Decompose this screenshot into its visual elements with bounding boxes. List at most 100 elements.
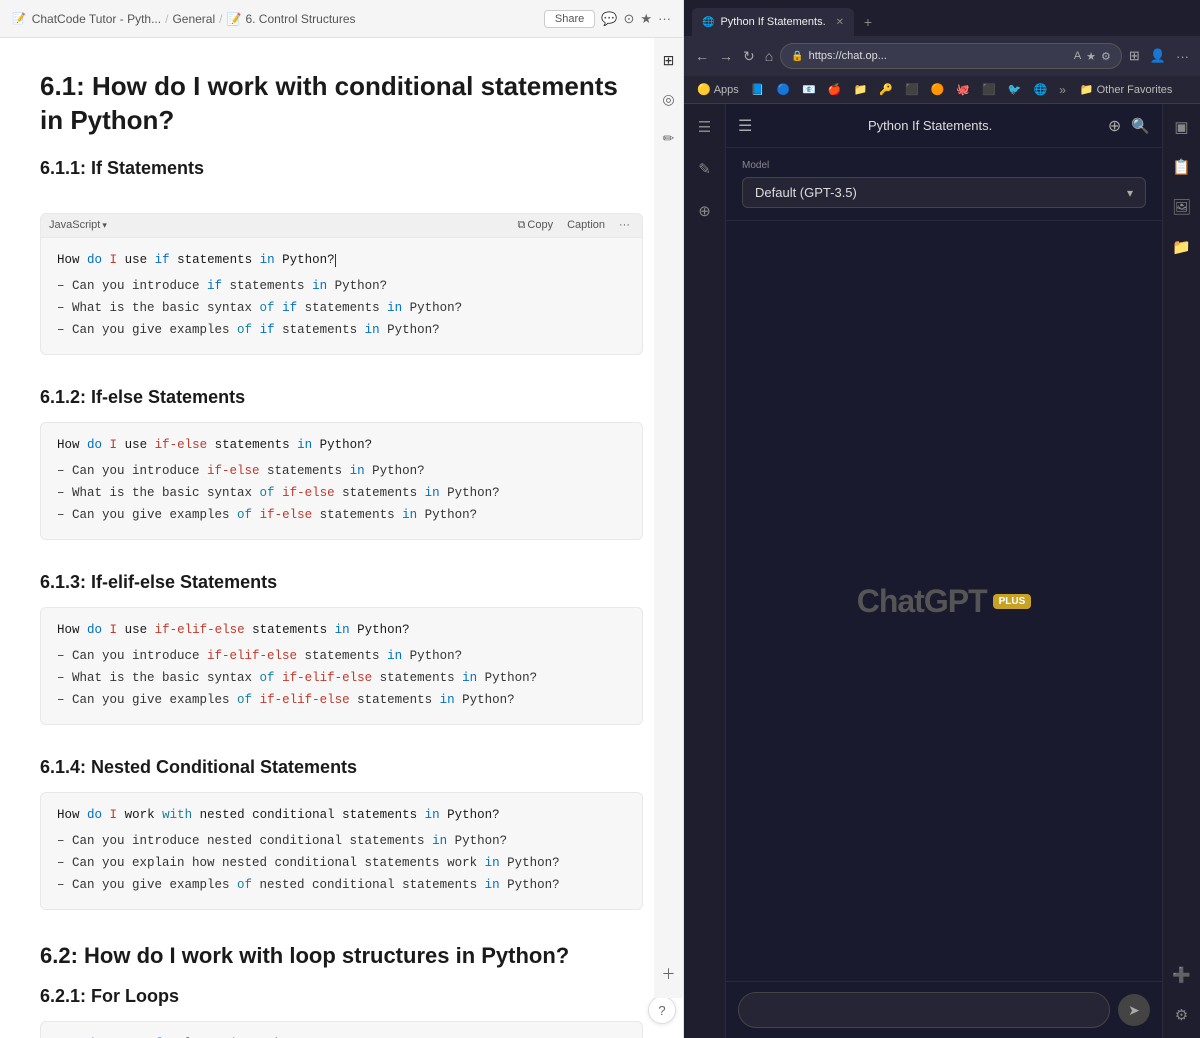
chatgpt-model-area: Model Default (GPT-3.5) ▾ bbox=[726, 148, 1162, 221]
help-button[interactable]: ? bbox=[648, 996, 676, 1024]
chatgpt-right-icon-add[interactable]: ➕ bbox=[1168, 962, 1195, 988]
bookmark-apps-icon: 🟡 bbox=[697, 83, 711, 96]
breadcrumb: ChatCode Tutor - Pyth... / General / 📝 6… bbox=[32, 12, 356, 26]
tab-close-icon[interactable]: ✕ bbox=[836, 17, 844, 28]
bookmark-11[interactable]: 🐦 bbox=[1003, 81, 1027, 98]
breadcrumb-item-1[interactable]: ChatCode Tutor - Pyth... bbox=[32, 12, 161, 26]
bookmark-4[interactable]: 🍎 bbox=[823, 81, 847, 98]
code-content-6-2-1[interactable]: How do I use for loops in Python? – Can … bbox=[41, 1022, 642, 1038]
url-ext-icon[interactable]: ⚙ bbox=[1101, 50, 1111, 63]
bookmark-1[interactable]: 📘 bbox=[746, 81, 770, 98]
bookmark-3[interactable]: 📧 bbox=[797, 81, 821, 98]
toolbar-circle-icon[interactable]: ⊙ bbox=[623, 11, 634, 27]
chatgpt-sidebar-icon-2[interactable]: ✎ bbox=[694, 156, 715, 182]
share-button[interactable]: Share bbox=[544, 10, 595, 28]
folder-icon: 📁 bbox=[1080, 83, 1094, 96]
url-star-icon[interactable]: ★ bbox=[1086, 50, 1096, 63]
add-block-icon[interactable]: + bbox=[40, 193, 48, 208]
toolbar-more-icon[interactable]: ··· bbox=[658, 11, 671, 26]
caption-button-6-1-1[interactable]: Caption bbox=[563, 218, 609, 232]
toolbar-star-icon[interactable]: ★ bbox=[640, 11, 652, 27]
tab-favicon: 🌐 bbox=[702, 17, 714, 28]
back-button[interactable]: ← bbox=[692, 45, 712, 67]
lang-selector-6-1-1[interactable]: JavaScript ▾ bbox=[49, 219, 107, 231]
profile-icon[interactable]: 👤 bbox=[1147, 45, 1169, 67]
bookmark-other-favorites[interactable]: 📁 Other Favorites bbox=[1075, 81, 1178, 98]
chatgpt-new-chat-icon[interactable]: ⊕ bbox=[1108, 116, 1121, 136]
bookmark-10[interactable]: ⬛ bbox=[977, 81, 1001, 98]
section-6-2-1: 6.2.1: For Loops How do I use for loops … bbox=[40, 986, 643, 1038]
bm3-icon: 📧 bbox=[802, 83, 816, 96]
refresh-button[interactable]: ↻ bbox=[740, 45, 758, 68]
chatgpt-left-sidebar: ☰ ✎ ⊕ bbox=[684, 104, 726, 1038]
chatgpt-content: ☰ Python If Statements. ⊕ 🔍 Model Defaul… bbox=[726, 104, 1162, 1038]
sidebar-icon-add[interactable]: ＋ bbox=[658, 960, 680, 988]
section-6-1-1: 6.1.1: If Statements + ⠿ JavaScript ▾ ⧉ … bbox=[40, 158, 643, 355]
bookmark-7[interactable]: ⬛ bbox=[900, 81, 924, 98]
model-label: Model bbox=[742, 160, 1146, 171]
bm6-icon: 🔑 bbox=[879, 83, 893, 96]
code-block-6-1-2: How do I use if-else statements in Pytho… bbox=[40, 422, 643, 540]
bookmark-8[interactable]: 🟠 bbox=[926, 81, 950, 98]
breadcrumb-item-2[interactable]: General bbox=[172, 12, 215, 26]
chatgpt-sidebar-icon-3[interactable]: ⊕ bbox=[694, 198, 715, 224]
bookmark-apps[interactable]: 🟡 Apps bbox=[692, 81, 744, 98]
more-button-6-1-1[interactable]: ··· bbox=[615, 218, 634, 232]
code-content-6-1-4[interactable]: How do I work with nested conditional st… bbox=[41, 793, 642, 909]
copy-button-6-1-1[interactable]: ⧉ Copy bbox=[514, 218, 558, 233]
drag-handle-icon[interactable]: ⠿ bbox=[54, 193, 64, 209]
code-main-line-6-1-4: How do I work with nested conditional st… bbox=[57, 805, 626, 825]
chatgpt-right-icon-3[interactable]: 🖼 bbox=[1168, 194, 1195, 220]
extensions-icon[interactable]: ⊞ bbox=[1126, 45, 1143, 67]
send-button[interactable]: ➤ bbox=[1118, 994, 1150, 1026]
plus-badge: PLUS bbox=[993, 594, 1032, 609]
bookmarks-more-icon[interactable]: » bbox=[1054, 81, 1071, 99]
code-block-6-1-1: JavaScript ▾ ⧉ Copy Caption ··· How do I… bbox=[40, 213, 643, 355]
new-tab-button[interactable]: + bbox=[856, 10, 880, 34]
bm7-icon: ⬛ bbox=[905, 83, 919, 96]
breadcrumb-item-3[interactable]: 6. Control Structures bbox=[245, 12, 355, 26]
code-content-6-1-2[interactable]: How do I use if-else statements in Pytho… bbox=[41, 423, 642, 539]
home-button[interactable]: ⌂ bbox=[762, 45, 776, 67]
forward-button[interactable]: → bbox=[716, 45, 736, 67]
chatgpt-right-icon-4[interactable]: 📁 bbox=[1168, 234, 1195, 260]
tab-label: Python If Statements. bbox=[720, 16, 825, 28]
code-content-6-1-1[interactable]: How do I use if statements in Python? – … bbox=[41, 238, 642, 354]
chatgpt-right-icon-1[interactable]: ▣ bbox=[1170, 114, 1192, 140]
sidebar-icon-pen[interactable]: ✏ bbox=[659, 126, 679, 151]
browser-tab-active[interactable]: 🌐 Python If Statements. ✕ bbox=[692, 8, 854, 36]
bookmark-12[interactable]: 🌐 bbox=[1029, 81, 1053, 98]
bm10-icon: ⬛ bbox=[982, 83, 996, 96]
model-selector[interactable]: Default (GPT-3.5) ▾ bbox=[742, 177, 1146, 208]
sidebar-icon-circle[interactable]: ◎ bbox=[658, 87, 678, 112]
document-content: 6.1: How do I work with conditional stat… bbox=[0, 38, 683, 1038]
url-reading-icon[interactable]: A bbox=[1074, 50, 1081, 62]
chatgpt-hamburger-icon[interactable]: ☰ bbox=[738, 116, 752, 136]
chat-input[interactable] bbox=[738, 992, 1110, 1028]
bm2-icon: 🔵 bbox=[776, 83, 790, 96]
code-block-6-1-3: How do I use if-elif-else statements in … bbox=[40, 607, 643, 725]
bookmark-2[interactable]: 🔵 bbox=[771, 81, 795, 98]
url-bar[interactable]: 🔒 https://chat.op... A ★ ⚙ bbox=[780, 43, 1122, 69]
chatgpt-search-icon[interactable]: 🔍 bbox=[1131, 117, 1150, 135]
toolbar-chat-icon[interactable]: 💬 bbox=[601, 11, 617, 27]
code-block-6-1-4: How do I work with nested conditional st… bbox=[40, 792, 643, 910]
code-block-6-2-1: How do I use for loops in Python? – Can … bbox=[40, 1021, 643, 1038]
bookmark-9[interactable]: 🐙 bbox=[951, 81, 975, 98]
other-favorites-label: Other Favorites bbox=[1097, 84, 1173, 96]
chatgpt-logo-text: ChatGPT bbox=[857, 583, 987, 620]
code-main-line-6-1-2: How do I use if-else statements in Pytho… bbox=[57, 435, 626, 455]
chatgpt-right-icon-2[interactable]: 📋 bbox=[1168, 154, 1195, 180]
sidebar-icon-grid[interactable]: ⊞ bbox=[659, 48, 679, 73]
chatgpt-sidebar-icon-1[interactable]: ☰ bbox=[694, 114, 715, 140]
bookmark-6[interactable]: 🔑 bbox=[874, 81, 898, 98]
chatgpt-settings-icon[interactable]: ⚙ bbox=[1171, 1002, 1192, 1028]
section-6-1-4-heading: 6.1.4: Nested Conditional Statements bbox=[40, 757, 643, 778]
bookmark-5[interactable]: 📁 bbox=[849, 81, 873, 98]
bm9-icon: 🐙 bbox=[956, 83, 970, 96]
code-main-line-6-1-3: How do I use if-elif-else statements in … bbox=[57, 620, 626, 640]
code-content-6-1-3[interactable]: How do I use if-elif-else statements in … bbox=[41, 608, 642, 724]
section-6-1-2: 6.1.2: If-else Statements How do I use i… bbox=[40, 387, 643, 540]
browser-more-icon[interactable]: ··· bbox=[1173, 46, 1192, 67]
breadcrumb-item-icon: 📝 bbox=[227, 12, 242, 26]
